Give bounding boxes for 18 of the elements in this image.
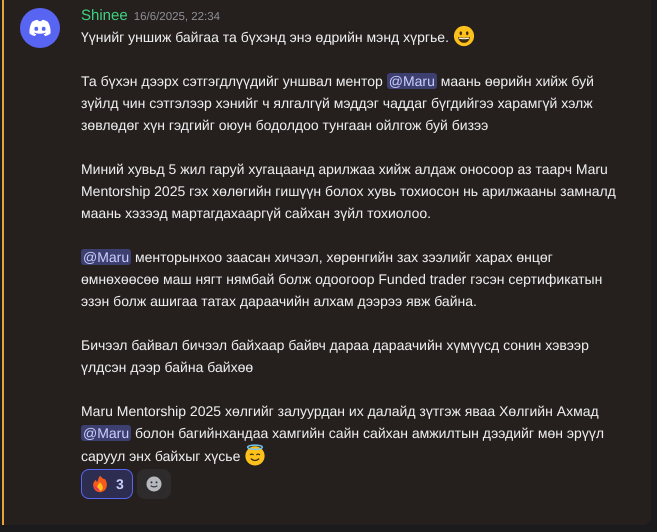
grinning-face-icon (452, 25, 475, 47)
author-name[interactable]: Shinee (81, 5, 128, 27)
message-text: Бичээл байвал бичээл байхаар байвч дараа дараачийн хүмүүсд сонин хэвээр үлдсэн дээр байна байхөө (81, 336, 590, 377)
message-text: Миний хувьд 5 жил гаруй хугацаанд арилжаа хийж алдаж оносоор аз таарч Maru Mentorship 2025 гэх хөлөгийн гишүүн болох хувь тохиосон нь арилжааны замналд маань хэзээд мартагдахааргүй сайхан зүйл тохиолоо. (81, 160, 617, 223)
timestamp: 16/6/2025, 22:34 (134, 10, 220, 25)
avatar-icon[interactable] (20, 8, 60, 48)
smiling-face-halo-icon (244, 444, 266, 466)
message-text: Та бүхэн дээрх сэтгэгдлүүдийг уншвал ментор @Maru маань өөрийн хийж буй зүйлд чин сэтгэлээр хэнийг ч ялгалгүй мэддэг чаддаг бүгдийгээ харамгүй хэлж зөвлөдөг хүн гэдгийг оюун бодолдоо тунгаан ойлгож буй бизээ (81, 72, 595, 135)
message-text: Maru Mentorship 2025 хөлгийг залуурдан их далайд зүтгэж яваа Хөлгийн Ахмад @Maru болон багийнхандаа хамгийн сайн сайхан амжилтын дээдийг мөн эрүүл саруул энх байхыг хүсье (81, 402, 605, 467)
user-mention[interactable]: @Maru (81, 425, 132, 441)
message-text: Үүнийг уншиж байгаа та бүхэнд энэ өдрийн мэнд хүргье. (81, 25, 633, 48)
reaction-button[interactable]: 3 (81, 469, 133, 499)
user-mention[interactable]: @Maru (81, 249, 132, 265)
smiley-icon (144, 474, 164, 494)
user-mention[interactable]: @Maru (386, 73, 437, 89)
fire-icon (90, 474, 110, 494)
add-reaction-button[interactable] (136, 469, 171, 499)
message-text: @Maru менторынхоо заасан хичээл, хөрөнгийн зах зээлийг харах өнцөг өмнөхөөсөө маш нягт нямбай болж одоогоор Funded trader гэсэн сертификатын эзэн болж ашигаа татах дараачийн алхам дээрээ явж байна. (81, 248, 604, 311)
